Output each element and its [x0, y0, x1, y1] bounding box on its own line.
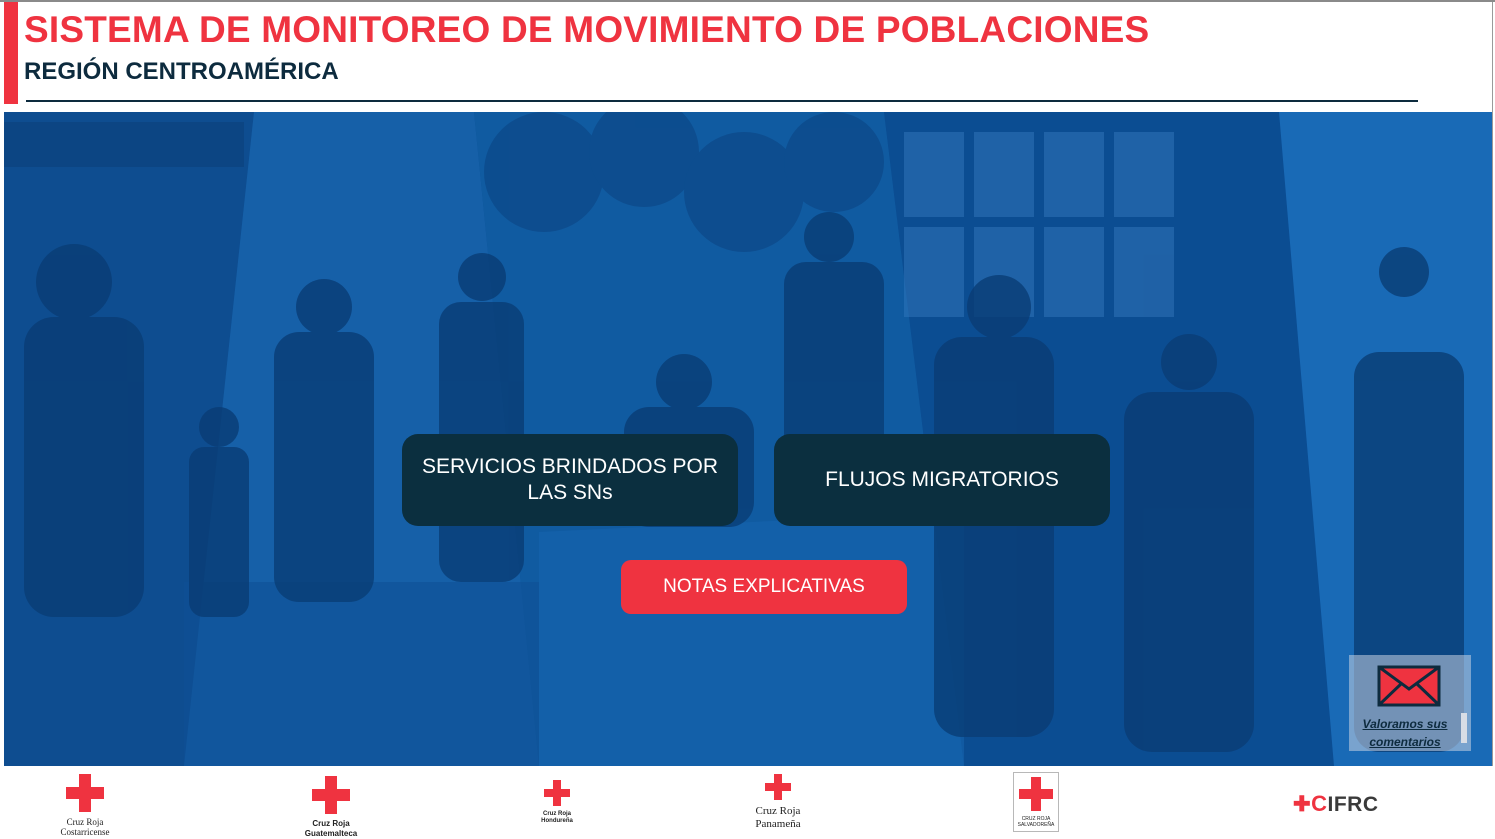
logo-label-line1: Cruz Roja [755, 805, 801, 817]
flujos-button-label: FLUJOS MIGRATORIOS [825, 468, 1059, 491]
logo-label-line2: Panameña [755, 818, 801, 830]
logo-label-line2: SALVADOREÑA [1017, 822, 1055, 828]
header-accent-bar [4, 2, 18, 104]
logo-label-line2: Hondureña [541, 818, 573, 824]
top-border [0, 0, 1495, 2]
feedback-link[interactable]: Valoramos sus comentarios [1349, 715, 1461, 751]
logo-label-line1: Cruz Roja [66, 817, 104, 827]
feedback-line2: comentarios [1369, 735, 1441, 749]
logo-cruz-roja-guatemalteca: Cruz Roja Guatemalteca [296, 776, 366, 839]
logo-cruz-roja-panamena: Cruz Roja Panameña [743, 774, 813, 831]
logo-ifrc: ✚CIFRC [1293, 791, 1379, 817]
page-title: SISTEMA DE MONITOREO DE MOVIMIENTO DE PO… [24, 9, 1150, 50]
right-border [1492, 2, 1493, 837]
ifrc-crescent-icon: C [1311, 791, 1328, 816]
header-divider [26, 100, 1418, 102]
ifrc-cross-crescent-icon: ✚ [1293, 793, 1312, 816]
feedback-widget[interactable]: Valoramos sus comentarios [1349, 655, 1471, 751]
logo-cruz-roja-hondurena: Cruz Roja Hondureña [530, 780, 584, 825]
envelope-icon [1377, 665, 1441, 707]
logo-label-line1: Cruz Roja [312, 819, 350, 828]
red-cross-icon [765, 774, 791, 800]
servicios-label-line1: SERVICIOS BRINDADOS POR [421, 455, 718, 478]
red-cross-icon [312, 776, 350, 814]
logo-label-line2: Guatemalteca [304, 829, 358, 838]
servicios-label-line2: LAS SNs [527, 481, 613, 504]
hero-collage: SERVICIOS BRINDADOS POR LAS SNs FLUJOS M… [4, 112, 1492, 766]
red-cross-icon [66, 774, 104, 812]
servicios-button-label: SERVICIOS BRINDADOS POR LAS SNs [422, 454, 718, 506]
notas-button-label: NOTAS EXPLICATIVAS [663, 576, 865, 597]
red-cross-icon [544, 780, 570, 806]
red-cross-icon [1019, 777, 1053, 811]
feedback-scrollbar[interactable] [1461, 713, 1467, 743]
footer-logos: Cruz Roja Costarricense Cruz Roja Guatem… [0, 766, 1495, 839]
logo-cruz-roja-salvadorena: CRUZ ROJA SALVADOREÑA [1013, 772, 1059, 832]
logo-label-line2: Costarricense [60, 827, 110, 837]
notas-explicativas-button[interactable]: NOTAS EXPLICATIVAS [621, 560, 907, 614]
feedback-line1: Valoramos sus [1362, 717, 1448, 731]
hero-photo-collage [4, 112, 1492, 766]
ifrc-label: IFRC [1327, 793, 1379, 816]
page-subtitle: REGIÓN CENTROAMÉRICA [24, 58, 339, 85]
logo-label-line1: Cruz Roja [542, 811, 571, 817]
logo-cruz-roja-costarricense: Cruz Roja Costarricense [50, 774, 120, 837]
servicios-button[interactable]: SERVICIOS BRINDADOS POR LAS SNs [402, 434, 738, 526]
flujos-migratorios-button[interactable]: FLUJOS MIGRATORIOS [774, 434, 1110, 526]
